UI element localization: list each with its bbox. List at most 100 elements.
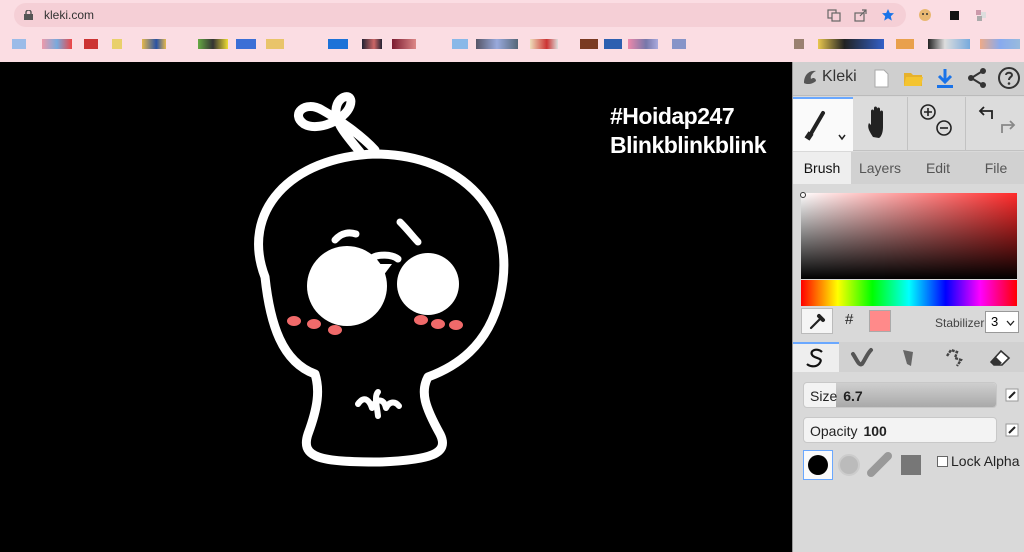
size-edit-icon[interactable] <box>1005 388 1019 402</box>
bookmark-star-icon[interactable] <box>881 8 895 22</box>
color-picker-sv-area[interactable] <box>800 192 1017 279</box>
new-file-icon[interactable] <box>869 66 893 90</box>
share-icon[interactable] <box>854 8 868 22</box>
bookmark-item[interactable] <box>142 39 166 49</box>
tab-brush[interactable]: Brush <box>793 152 851 184</box>
bookmark-item[interactable] <box>896 39 914 49</box>
open-folder-icon[interactable] <box>901 66 925 90</box>
bookmark-item[interactable] <box>604 39 622 49</box>
panel-topbar: Kleki <box>793 62 1024 96</box>
soft-shape-button[interactable] <box>834 450 864 480</box>
stroke-shape-icon <box>867 452 892 477</box>
kleki-logo-icon <box>804 70 816 85</box>
panel-tabs: Brush Layers Edit File <box>793 152 1024 184</box>
bookmark-item[interactable] <box>362 39 382 49</box>
tool-panel: Kleki Brush Layers Edit File # Stabilize… <box>792 62 1024 552</box>
lock-icon <box>24 10 33 20</box>
pixel-brush-button[interactable] <box>931 342 977 372</box>
bookmark-item[interactable] <box>672 39 686 49</box>
lock-alpha-checkbox[interactable] <box>937 455 948 467</box>
bookmark-item[interactable] <box>794 39 804 49</box>
undo-redo-controls <box>965 97 1024 151</box>
stabilizer-select[interactable]: 3 <box>985 311 1019 333</box>
drawing-canvas[interactable]: #Hoidap247 Blinkblinkblink <box>0 62 792 552</box>
tab-layers[interactable]: Layers <box>851 152 909 184</box>
circle-shape-icon <box>808 455 828 475</box>
bookmark-item[interactable] <box>266 39 284 49</box>
caption-blink: Blinkblinkblink <box>610 132 767 158</box>
round-shape-button[interactable] <box>803 450 833 480</box>
extension-icon[interactable] <box>918 8 932 22</box>
bookmark-item[interactable] <box>928 39 970 49</box>
bookmark-item[interactable] <box>112 39 122 49</box>
kleki-logo[interactable]: Kleki <box>801 68 857 86</box>
chevron-down-icon <box>1006 320 1015 326</box>
pen-brush-icon <box>806 348 823 368</box>
brush-tool-button[interactable] <box>793 97 853 151</box>
brush-shape-options <box>803 450 927 482</box>
zoom-out-icon[interactable] <box>936 120 952 136</box>
square-shape-icon <box>901 455 921 475</box>
pen-brush-button[interactable] <box>793 342 839 372</box>
hue-slider[interactable] <box>801 280 1017 306</box>
stabilizer-label: Stabilizer <box>935 316 985 330</box>
sketchy-brush-button[interactable] <box>885 342 931 372</box>
url-text: kleki.com <box>44 8 95 22</box>
opacity-label: Opacity <box>810 423 858 439</box>
lock-alpha-toggle[interactable]: Lock Alpha <box>937 453 1020 469</box>
bookmark-item[interactable] <box>42 39 72 49</box>
bookmark-item[interactable] <box>580 39 598 49</box>
eraser-icon <box>989 349 1011 366</box>
square-shape-button[interactable] <box>896 450 926 480</box>
bookmark-item[interactable] <box>12 39 26 49</box>
bookmark-item[interactable] <box>392 39 416 49</box>
zoom-in-icon[interactable] <box>920 104 936 120</box>
opacity-edit-icon[interactable] <box>1005 423 1019 437</box>
bookmark-item[interactable] <box>476 39 518 49</box>
bookmark-item[interactable] <box>530 39 558 49</box>
tool-selector <box>793 97 1024 151</box>
bookmark-item[interactable] <box>236 39 256 49</box>
stroke-shape-button[interactable] <box>865 450 895 480</box>
tab-edit[interactable]: Edit <box>909 152 967 184</box>
bookmark-item[interactable] <box>84 39 98 49</box>
sketchy-brush-icon <box>903 350 913 366</box>
opacity-value: 100 <box>863 423 887 439</box>
undo-icon[interactable] <box>978 106 993 119</box>
translate-icon[interactable] <box>827 8 841 22</box>
bookmarks-bar <box>0 34 1024 56</box>
blend-brush-button[interactable] <box>839 342 885 372</box>
tab-file[interactable]: File <box>967 152 1024 184</box>
hand-icon <box>868 106 883 138</box>
address-bar[interactable]: kleki.com <box>14 3 906 27</box>
size-value: 6.7 <box>843 388 863 404</box>
size-label: Size <box>810 388 838 404</box>
bookmark-item[interactable] <box>198 39 228 49</box>
bookmark-item[interactable] <box>628 39 658 49</box>
bookmark-item[interactable] <box>818 39 884 49</box>
size-slider[interactable]: Size 6.7 <box>803 382 997 408</box>
current-color-swatch[interactable] <box>869 310 891 332</box>
extension-square-icon[interactable] <box>947 8 961 22</box>
redo-icon[interactable] <box>1001 120 1016 133</box>
share-icon[interactable] <box>965 66 989 90</box>
opacity-slider[interactable]: Opacity 100 <box>803 417 997 443</box>
brush-icon <box>804 111 846 141</box>
eyedropper-button[interactable] <box>801 308 833 334</box>
blend-brush-icon <box>851 348 873 367</box>
bookmark-item[interactable] <box>328 39 348 49</box>
hand-tool-button[interactable] <box>853 97 907 151</box>
color-cursor <box>800 192 806 198</box>
browser-toolbar: kleki.com <box>0 0 1024 62</box>
bookmark-item[interactable] <box>980 39 1020 49</box>
zoom-controls <box>907 97 965 151</box>
brush-type-tabs <box>793 342 1024 372</box>
eraser-button[interactable] <box>977 342 1023 372</box>
help-icon[interactable] <box>997 66 1021 90</box>
lock-alpha-label: Lock Alpha <box>951 453 1020 469</box>
caption-hashtag: #Hoidap247 <box>610 103 735 129</box>
hex-input-button[interactable]: # <box>845 311 853 328</box>
profile-avatar-icon[interactable] <box>974 8 988 22</box>
bookmark-item[interactable] <box>452 39 468 49</box>
download-icon[interactable] <box>933 66 957 90</box>
